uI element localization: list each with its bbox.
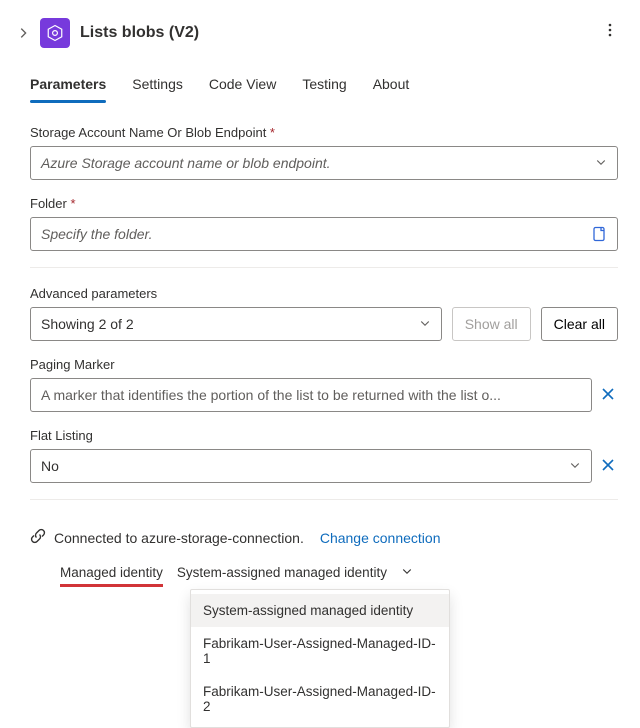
advanced-select[interactable]: Showing 2 of 2 <box>30 307 442 341</box>
tab-bar: Parameters Settings Code View Testing Ab… <box>30 70 618 103</box>
separator <box>30 267 618 268</box>
dropdown-option[interactable]: Fabrikam-User-Assigned-Managed-ID-2 <box>191 675 449 723</box>
managed-identity-select[interactable]: System-assigned managed identity <box>177 565 413 584</box>
storage-label: Storage Account Name Or Blob Endpoint <box>30 125 618 140</box>
collapse-chevron-icon[interactable] <box>16 26 30 40</box>
flat-select[interactable]: No <box>30 449 592 483</box>
advanced-summary: Showing 2 of 2 <box>41 316 134 332</box>
link-icon <box>30 528 46 547</box>
folder-placeholder: Specify the folder. <box>41 226 153 242</box>
flat-value: No <box>41 458 59 474</box>
connection-prefix: Connected to <box>54 530 141 546</box>
managed-identity-dropdown: System-assigned managed identity Fabrika… <box>190 589 450 728</box>
tab-testing[interactable]: Testing <box>302 70 346 102</box>
dropdown-option[interactable]: Fabrikam-User-Assigned-Managed-ID-1 <box>191 627 449 675</box>
tab-settings[interactable]: Settings <box>132 70 183 102</box>
tab-parameters[interactable]: Parameters <box>30 70 106 102</box>
storage-input[interactable]: Azure Storage account name or blob endpo… <box>30 146 618 180</box>
folder-picker-icon[interactable] <box>591 226 607 242</box>
tab-about[interactable]: About <box>373 70 410 102</box>
paging-label: Paging Marker <box>30 357 618 372</box>
tab-code-view[interactable]: Code View <box>209 70 276 102</box>
action-title: Lists blobs (V2) <box>80 24 199 42</box>
chevron-down-icon <box>595 155 607 171</box>
separator <box>30 499 618 500</box>
connection-suffix: . <box>300 530 304 546</box>
chevron-down-icon <box>569 458 581 474</box>
chevron-down-icon <box>419 316 431 332</box>
connection-name: azure-storage-connection <box>141 530 300 546</box>
storage-placeholder: Azure Storage account name or blob endpo… <box>41 155 331 171</box>
remove-flat-icon[interactable] <box>600 457 618 475</box>
clear-all-button[interactable]: Clear all <box>541 307 618 341</box>
chevron-down-icon <box>401 565 413 580</box>
paging-input[interactable]: A marker that identifies the portion of … <box>30 378 592 412</box>
show-all-button: Show all <box>452 307 531 341</box>
flat-label: Flat Listing <box>30 428 618 443</box>
folder-label: Folder <box>30 196 618 211</box>
remove-paging-icon[interactable] <box>600 386 618 404</box>
folder-input[interactable]: Specify the folder. <box>30 217 618 251</box>
managed-identity-label: Managed identity <box>60 565 163 587</box>
managed-identity-selected: System-assigned managed identity <box>177 565 387 580</box>
connector-icon <box>40 18 70 48</box>
paging-value: A marker that identifies the portion of … <box>41 387 501 403</box>
connection-status: Connected to azure-storage-connection. C… <box>30 528 618 547</box>
change-connection-link[interactable]: Change connection <box>320 530 441 546</box>
advanced-label: Advanced parameters <box>30 286 618 301</box>
dropdown-option[interactable]: System-assigned managed identity <box>191 594 449 627</box>
overflow-menu-icon[interactable] <box>602 22 618 41</box>
